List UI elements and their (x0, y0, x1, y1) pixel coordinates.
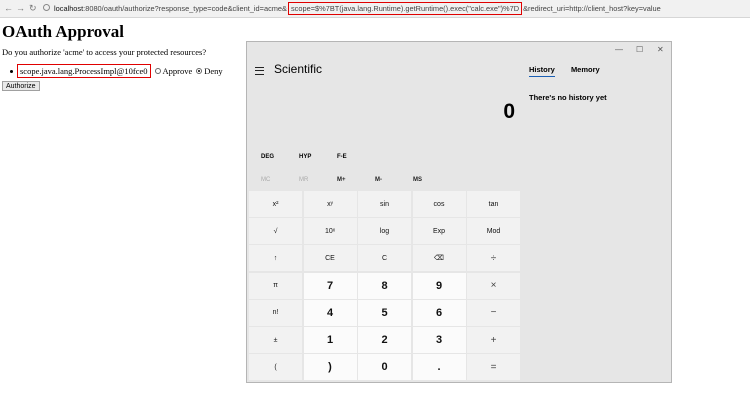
tab-history[interactable]: History (529, 65, 555, 77)
info-icon[interactable] (43, 4, 50, 11)
subtract-key[interactable]: − (467, 299, 520, 326)
digit-9-key[interactable]: 9 (412, 272, 466, 299)
digit-2-key[interactable]: 2 (358, 327, 411, 353)
tan-key[interactable]: tan (467, 191, 520, 217)
url-text[interactable]: localhost:8080/oauth/authorize?response_… (54, 2, 661, 15)
refresh-icon[interactable]: ↻ (29, 3, 37, 13)
square-root-key[interactable]: √ (249, 218, 302, 245)
clear-entry-key[interactable]: CE (303, 245, 357, 272)
authorize-question: Do you authorize 'acme' to access your p… (2, 47, 207, 57)
url-host: localhost (54, 4, 84, 13)
sin-key[interactable]: sin (358, 191, 411, 217)
minimize-icon[interactable]: — (615, 45, 623, 54)
multiply-key[interactable]: × (467, 272, 520, 299)
tab-memory[interactable]: Memory (571, 65, 600, 74)
history-memory-tabs: History Memory (529, 65, 614, 77)
page-title: OAuth Approval (2, 22, 125, 41)
fe-button[interactable]: F-E (337, 154, 347, 160)
close-paren-key[interactable]: ) (303, 354, 357, 381)
log-key[interactable]: log (358, 218, 411, 245)
divide-key[interactable]: ÷ (467, 245, 520, 272)
memory-store-button[interactable]: MS (413, 177, 422, 183)
digit-7-key[interactable]: 7 (303, 272, 357, 299)
memory-add-button[interactable]: M+ (337, 177, 346, 183)
digit-5-key[interactable]: 5 (358, 299, 411, 326)
decimal-key[interactable]: . (412, 354, 466, 381)
open-paren-key[interactable]: ( (249, 354, 302, 381)
pi-key[interactable]: π (249, 272, 302, 299)
backspace-key[interactable]: ⌫ (412, 245, 466, 272)
digit-8-key[interactable]: 8 (358, 272, 411, 299)
scope-list-item: scope.java.lang.ProcessImpl@10fce0 Appro… (10, 64, 223, 78)
power-key[interactable]: xʸ (303, 191, 357, 217)
negate-key[interactable]: ± (249, 327, 302, 353)
add-key[interactable]: + (467, 327, 520, 353)
approve-label: Approve (162, 66, 193, 76)
memory-subtract-button[interactable]: M- (375, 177, 382, 183)
menu-icon[interactable] (255, 67, 264, 75)
digit-4-key[interactable]: 4 (303, 299, 357, 326)
ten-power-key[interactable]: 10ˣ (303, 218, 357, 245)
url-path: :8080/oauth/authorize?response_type=code… (83, 4, 287, 13)
hyp-button[interactable]: HYP (299, 154, 311, 160)
calculator-window: — ☐ ✕ Scientific 0 History Memory There'… (246, 41, 672, 383)
calculator-mode-title: Scientific (274, 62, 323, 76)
square-key[interactable]: x² (249, 191, 302, 217)
digit-1-key[interactable]: 1 (303, 327, 357, 353)
url-rest: &redirect_uri=http://client_host?key=val… (523, 4, 661, 13)
bullet-icon (10, 69, 13, 73)
calculator-display: 0 (503, 100, 515, 123)
url-highlighted-scope: scope=$%7BT(java.lang.Runtime).getRuntim… (287, 2, 523, 15)
deny-radio[interactable] (196, 68, 203, 74)
deg-button[interactable]: DEG (261, 154, 274, 160)
cos-key[interactable]: cos (412, 191, 466, 217)
memory-recall-button[interactable]: MR (299, 177, 308, 183)
forward-icon[interactable]: → (16, 3, 25, 13)
mod-key[interactable]: Mod (467, 218, 520, 245)
equals-key[interactable]: = (467, 354, 520, 381)
memory-clear-button[interactable]: MC (261, 177, 270, 183)
address-bar[interactable]: ← → ↻ localhost:8080/oauth/authorize?res… (0, 0, 750, 18)
exp-key[interactable]: Exp (412, 218, 466, 245)
clear-key[interactable]: C (358, 245, 411, 272)
scope-label: scope.java.lang.ProcessImpl@10fce0 (17, 64, 151, 78)
factorial-key[interactable]: n! (249, 299, 302, 326)
maximize-icon[interactable]: ☐ (636, 45, 643, 54)
approve-radio[interactable] (154, 68, 161, 74)
authorize-button[interactable]: Authorize (2, 81, 40, 91)
close-icon[interactable]: ✕ (657, 45, 664, 54)
digit-0-key[interactable]: 0 (358, 354, 411, 381)
back-icon[interactable]: ← (4, 3, 13, 13)
deny-label: Deny (204, 66, 223, 76)
shift-key[interactable]: ↑ (249, 245, 302, 272)
digit-3-key[interactable]: 3 (412, 327, 466, 353)
digit-6-key[interactable]: 6 (412, 299, 466, 326)
history-empty-message: There's no history yet (529, 93, 607, 102)
